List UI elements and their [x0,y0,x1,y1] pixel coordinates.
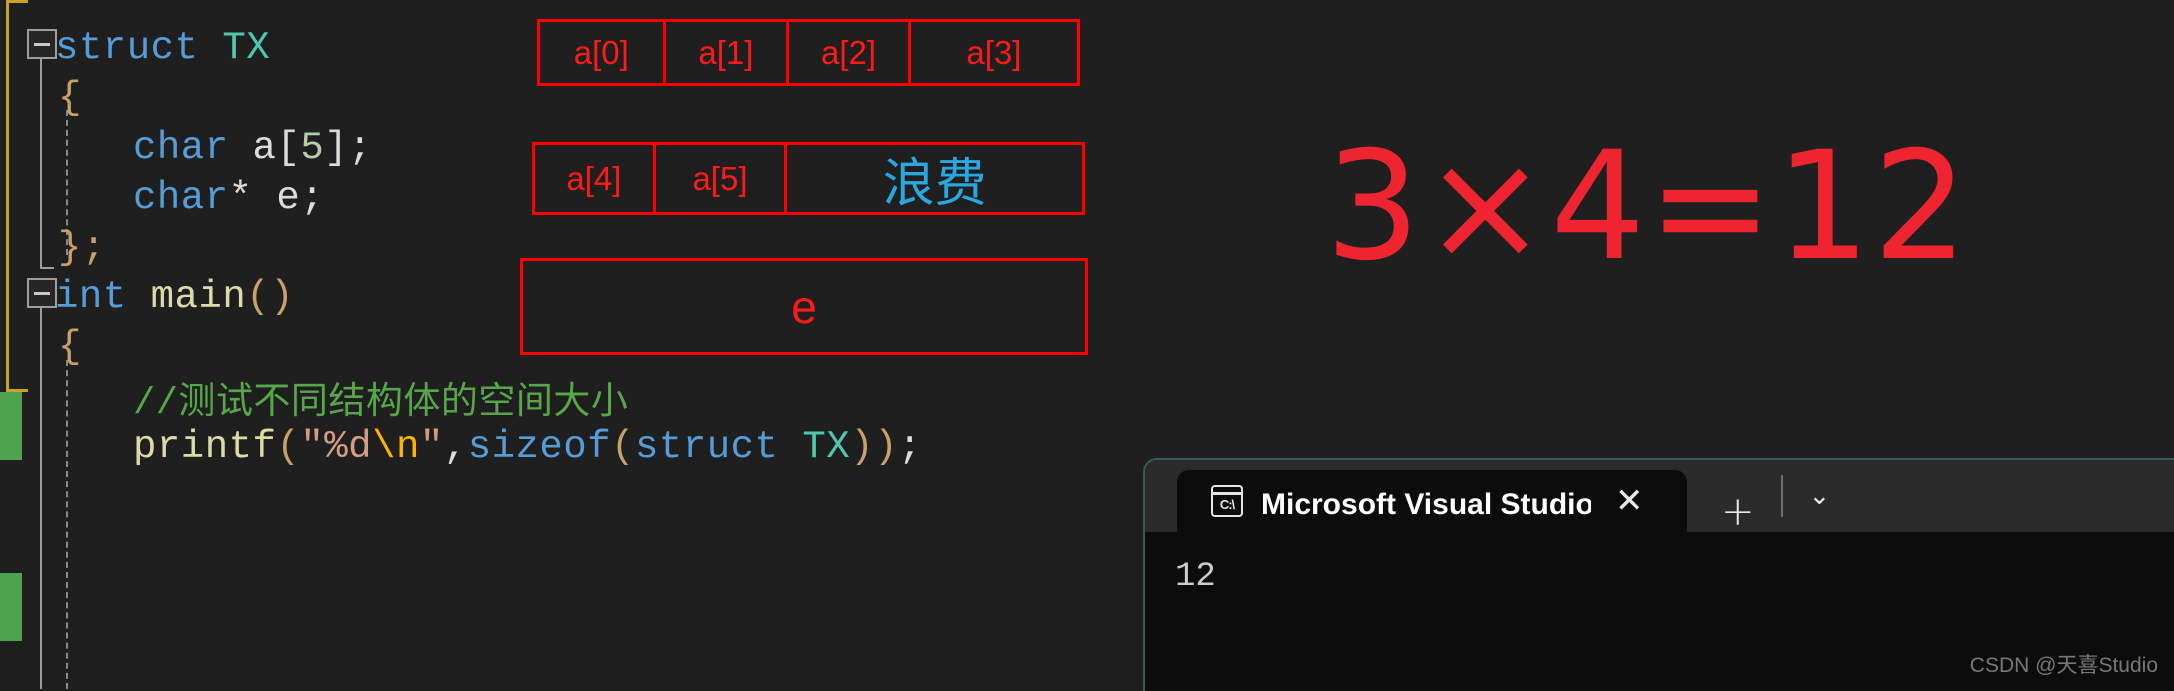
terminal-tab-bar: C:\ Microsoft Visual Studio 调试 ✕ + ⌄ [1145,460,2174,532]
code-line-comment: //测试不同结构体的空间大小 [133,383,629,425]
collapse-toggle-struct[interactable] [27,29,57,59]
console-icon-label: C:\ [1219,497,1235,512]
code-line-main-decl: int main() [55,275,295,319]
memory-cell-a0: a[0] [540,22,666,83]
memory-cell-a4: a[4] [535,145,656,212]
indent-guide-main [66,360,68,689]
memory-cell-padding-waste: 浪费 [882,154,987,214]
terminal-output-line: 12 [1175,558,1216,596]
code-line-char-array: char a[5]; [133,126,373,170]
chevron-down-icon[interactable]: ⌄ [1809,483,1831,509]
memory-cell-pointer-e: e [791,280,817,333]
gutter-change-bar-unsaved [6,0,28,392]
gutter-change-bar-saved-2 [0,573,22,641]
size-equation-annotation: 3×4=12 [1325,120,1971,294]
code-line-char-pointer: char* e; [133,176,325,220]
memory-cell-a1: a[1] [666,22,790,83]
memory-row-1: a[0] a[1] a[2] a[3] [537,19,1080,86]
code-line-printf: printf("%d\n",sizeof(struct TX)); [133,425,922,469]
memory-cell-a3: a[3] [966,33,1022,71]
outline-guide-struct [40,59,54,269]
outline-guide-main [40,308,42,689]
screenshot-root: struct TX { char a[5]; char* e; }; int m… [0,0,2174,691]
code-line-main-open-brace: { [58,325,82,369]
tabbar-divider [1780,475,1783,517]
terminal-tab-title: Microsoft Visual Studio 调试 [1261,488,1591,521]
code-line-struct-close-brace: }; [58,226,106,270]
memory-cell-a5: a[5] [656,145,788,212]
code-line-struct-open-brace: { [58,76,82,120]
console-icon: C:\ [1211,485,1243,517]
memory-cell-a2: a[2] [789,22,911,83]
code-line-struct-decl: struct TX [55,26,271,70]
close-icon[interactable]: ✕ [1609,484,1650,518]
new-tab-icon[interactable]: + [1721,492,1755,532]
collapse-toggle-main[interactable] [27,278,57,308]
terminal-tab-active[interactable]: C:\ Microsoft Visual Studio 调试 ✕ [1177,470,1687,532]
memory-row-2: a[4] a[5] 浪费 [532,142,1085,215]
watermark: CSDN @天喜Studio [1969,654,2158,677]
gutter-change-bar-saved-1 [0,392,22,460]
memory-row-3: e [520,258,1088,355]
